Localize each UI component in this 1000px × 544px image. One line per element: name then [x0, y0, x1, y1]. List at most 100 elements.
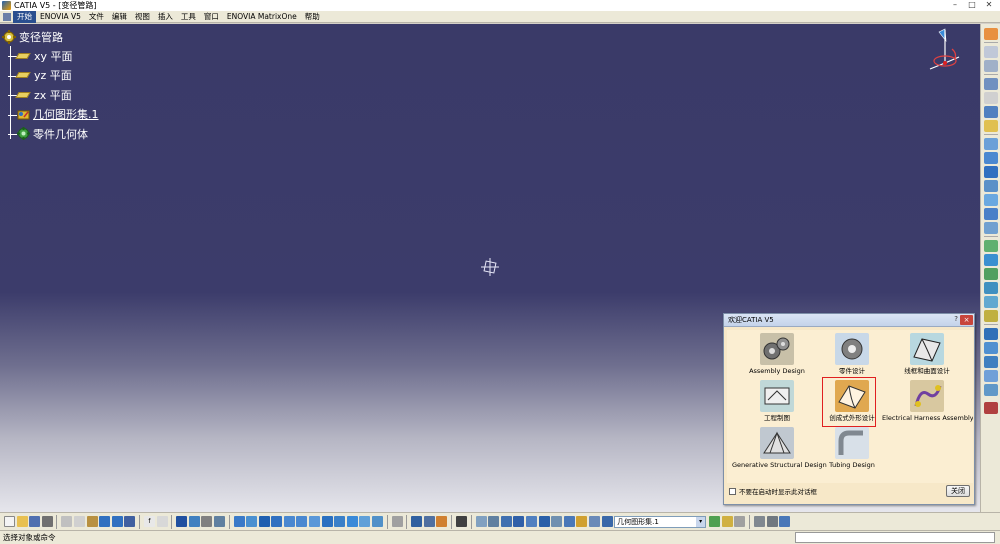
join-button[interactable]: [983, 240, 998, 252]
extrude-button[interactable]: [983, 138, 998, 150]
translate-button[interactable]: [983, 342, 998, 354]
fit-all-icon[interactable]: [246, 516, 258, 527]
axis-system-icon[interactable]: [488, 516, 500, 527]
dialog-close-button[interactable]: 关闭: [946, 485, 970, 497]
menu-view[interactable]: 视图: [131, 11, 154, 23]
zoom-out-icon[interactable]: [296, 516, 308, 527]
snap-icon[interactable]: [563, 516, 575, 527]
split-button[interactable]: [983, 254, 998, 266]
sketch-icon[interactable]: [391, 516, 403, 527]
select-button[interactable]: [983, 46, 998, 58]
dont-show-checkbox[interactable]: [729, 487, 736, 495]
menu-edit[interactable]: 编辑: [108, 11, 131, 23]
work-object-combo[interactable]: 几何图形集.1 ▾: [614, 515, 707, 528]
clip-icon[interactable]: [588, 516, 600, 527]
offset-button[interactable]: [983, 222, 998, 234]
grid-icon[interactable]: [513, 516, 525, 527]
work-object-icon[interactable]: [601, 516, 613, 527]
whats-this-icon[interactable]: [124, 516, 136, 527]
rotate-view-icon[interactable]: [271, 516, 283, 527]
chevron-down-icon[interactable]: ▾: [696, 516, 706, 527]
knowledge-icon[interactable]: [779, 516, 791, 527]
transform-button[interactable]: [983, 328, 998, 340]
ordered-set-icon[interactable]: [734, 516, 746, 527]
scaling-button[interactable]: [983, 384, 998, 396]
fill-button[interactable]: [983, 180, 998, 192]
camera-icon[interactable]: [456, 516, 467, 527]
loft-button[interactable]: [983, 194, 998, 206]
compass-icon[interactable]: [925, 27, 965, 73]
analysis-icon[interactable]: [213, 516, 225, 527]
plane-button[interactable]: [983, 120, 998, 132]
render-icon[interactable]: [576, 516, 588, 527]
boundary-button[interactable]: [983, 282, 998, 294]
layer-icon[interactable]: [538, 516, 550, 527]
menu-window[interactable]: 窗口: [200, 11, 223, 23]
front-view-icon[interactable]: [334, 516, 346, 527]
symmetry-button[interactable]: [983, 370, 998, 382]
tool-button[interactable]: [983, 60, 998, 72]
part-view-icon[interactable]: [766, 516, 778, 527]
table-icon[interactable]: [525, 516, 537, 527]
point-button[interactable]: [983, 92, 998, 104]
redo-icon[interactable]: [111, 516, 123, 527]
zoom-in-icon[interactable]: [283, 516, 295, 527]
revolve-button[interactable]: [983, 152, 998, 164]
close-window-button[interactable]: ✕: [982, 0, 996, 10]
tree-item-part-body[interactable]: 零件几何体: [2, 124, 99, 144]
menu-help[interactable]: 帮助: [301, 11, 324, 23]
tree-item-geometrical-set[interactable]: 几何图形集.1: [2, 105, 99, 125]
rotate-button[interactable]: [983, 356, 998, 368]
open-file-icon[interactable]: [16, 516, 28, 527]
wireframe-button[interactable]: [983, 78, 998, 90]
sweep-button[interactable]: [983, 166, 998, 178]
apply-material-icon[interactable]: [753, 516, 765, 527]
swap-visible-icon[interactable]: [372, 516, 384, 527]
print-icon[interactable]: [41, 516, 53, 527]
menu-enovia-v5[interactable]: ENOVIA V5: [36, 11, 85, 23]
update-icon[interactable]: [475, 516, 487, 527]
insert-geom-set-icon[interactable]: [721, 516, 733, 527]
sketcher-button[interactable]: [983, 28, 998, 40]
workbench-electrical-harness-assembly[interactable]: Electrical Harness Assembly: [882, 380, 973, 426]
workbench-wireframe-surface[interactable]: 线框和曲面设计: [882, 333, 972, 379]
undo-icon[interactable]: [99, 516, 111, 527]
measure-icon[interactable]: [201, 516, 213, 527]
constraint-icon[interactable]: [411, 516, 423, 527]
blend-button[interactable]: [983, 208, 998, 220]
pan-icon[interactable]: [258, 516, 270, 527]
isometric-view-icon[interactable]: [321, 516, 333, 527]
tree-item-yz-plane[interactable]: yz 平面: [2, 66, 99, 86]
catalog-icon[interactable]: [176, 516, 188, 527]
document-menu-icon[interactable]: [3, 12, 11, 21]
tree-root[interactable]: 变径管路: [2, 28, 99, 46]
paste-icon[interactable]: [86, 516, 98, 527]
fly-mode-icon[interactable]: [233, 516, 245, 527]
minimize-button[interactable]: –: [948, 0, 962, 10]
save-icon[interactable]: [29, 516, 41, 527]
menu-file[interactable]: 文件: [85, 11, 108, 23]
tree-item-zx-plane[interactable]: zx 平面: [2, 85, 99, 105]
dialog-close-icon[interactable]: ×: [960, 315, 973, 325]
tree-item-xy-plane[interactable]: xy 平面: [2, 46, 99, 66]
menu-tools[interactable]: 工具: [177, 11, 200, 23]
line-button[interactable]: [983, 106, 998, 118]
hide-show-icon[interactable]: [359, 516, 371, 527]
maximize-button[interactable]: □: [965, 0, 979, 10]
fillet-button[interactable]: [983, 310, 998, 322]
workbench-tubing-design[interactable]: Tubing Design: [807, 427, 897, 473]
tree-expand-icon[interactable]: [188, 516, 200, 527]
command-input[interactable]: [795, 532, 995, 543]
cut-icon[interactable]: [61, 516, 73, 527]
filter-icon[interactable]: [551, 516, 563, 527]
copy-icon[interactable]: [73, 516, 85, 527]
normal-view-icon[interactable]: [309, 516, 321, 527]
menu-enovia-matrixone[interactable]: ENOVIA MatrixOne: [223, 11, 301, 23]
dont-show-row[interactable]: 不要在启动时显示此对话框: [729, 486, 817, 496]
extract-button[interactable]: [983, 296, 998, 308]
comment-icon[interactable]: [156, 516, 168, 527]
dimension-icon[interactable]: [423, 516, 435, 527]
formula-icon[interactable]: f: [143, 516, 155, 527]
menu-start[interactable]: 开始: [13, 10, 36, 23]
insert-body-icon[interactable]: [709, 516, 721, 527]
